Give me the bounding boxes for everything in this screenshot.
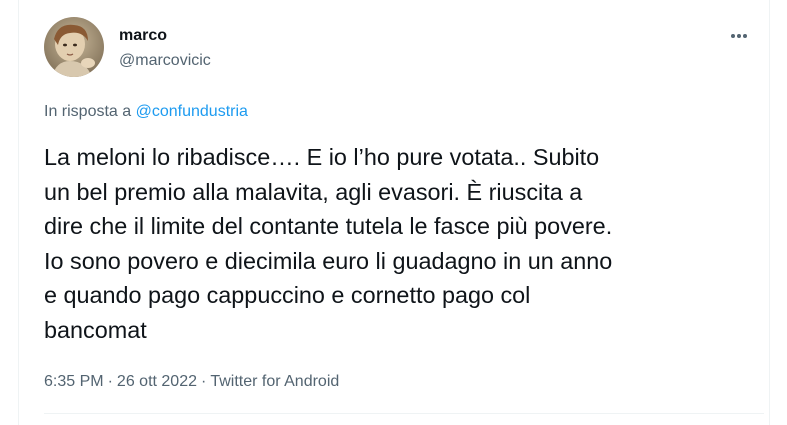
reply-prefix: In risposta a	[44, 103, 136, 120]
more-options-icon	[731, 34, 747, 38]
reply-context: In risposta a @confundustria	[44, 102, 248, 122]
separator-dot: ·	[107, 373, 113, 390]
user-handle[interactable]: @marcovicic	[119, 51, 211, 71]
more-options-button[interactable]	[721, 22, 757, 50]
tweet-card: marco @marcovicic In risposta a @confund…	[18, 0, 770, 425]
reply-to-link[interactable]: @confundustria	[136, 103, 248, 120]
tweet-source[interactable]: Twitter for Android	[210, 373, 339, 390]
tweet-date[interactable]: 26 ott 2022	[117, 373, 197, 390]
tweet-time[interactable]: 6:35 PM	[44, 373, 104, 390]
user-avatar-photo-icon	[44, 17, 104, 77]
tweet-metadata: 6:35 PM · 26 ott 2022 · Twitter for Android	[44, 372, 339, 392]
display-name[interactable]: marco	[119, 26, 167, 46]
separator-dot: ·	[201, 373, 207, 390]
divider	[44, 413, 764, 414]
avatar[interactable]	[44, 17, 104, 77]
tweet-text: La meloni lo ribadisce…. E io l’ho pure …	[44, 144, 613, 343]
